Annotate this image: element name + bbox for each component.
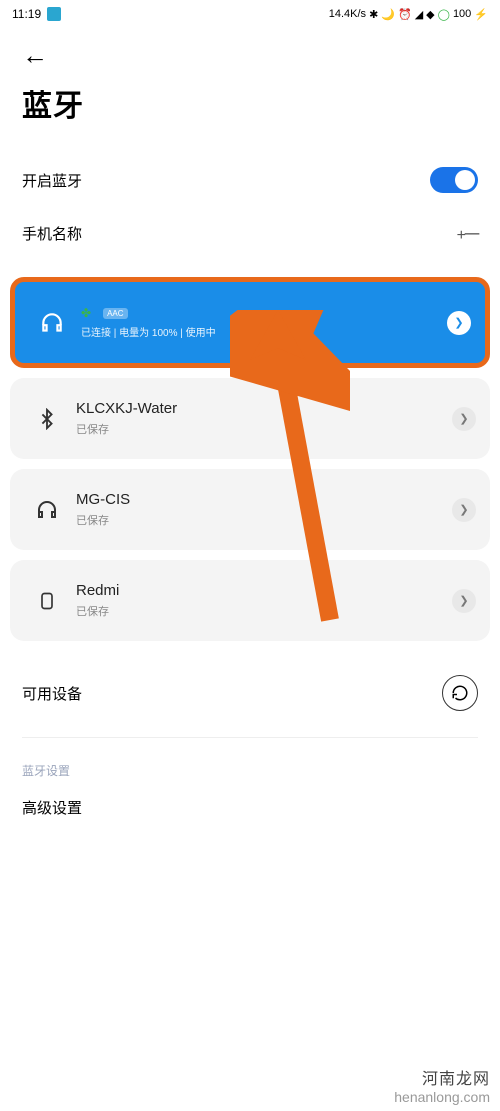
watermark: 河南龙网 henanlong.com xyxy=(394,1065,490,1105)
device-name: MG-CIS xyxy=(76,491,446,508)
device-status: 已连接 | 电量为 100% | 使用中 xyxy=(81,324,441,339)
codec-badge: AAC xyxy=(103,308,127,319)
alarm-icon: ⏰ xyxy=(398,8,412,21)
charging-icon: ⚡ xyxy=(474,8,488,21)
chevron-right-icon[interactable]: ❯ xyxy=(452,589,476,613)
device-name: KLCXKJ-Water xyxy=(76,400,446,417)
dnd-icon: 🌙 xyxy=(381,8,395,21)
page-title: 蓝牙 xyxy=(22,81,478,125)
wifi-icon: ◆ xyxy=(426,8,434,21)
refresh-icon[interactable] xyxy=(442,675,478,711)
device-status: 已保存 xyxy=(76,512,446,528)
status-time: 11:19 xyxy=(12,7,41,21)
back-icon[interactable]: ← xyxy=(22,40,48,70)
headphones-icon xyxy=(24,498,70,522)
status-app-icon xyxy=(47,7,61,21)
watermark-url: henanlong.com xyxy=(394,1089,490,1105)
status-bar: 11:19 14.4K/s ✱ 🌙 ⏰ ◢ ◆ ◯ 100 ⚡ xyxy=(0,0,500,28)
enable-bluetooth-label: 开启蓝牙 xyxy=(22,170,82,191)
signal-icon: ◢ xyxy=(415,8,423,21)
clover-icon: ✤ xyxy=(81,306,91,320)
status-right: 14.4K/s ✱ 🌙 ⏰ ◢ ◆ ◯ 100 ⚡ xyxy=(329,8,488,21)
device-status: 已保存 xyxy=(76,603,446,619)
phone-icon xyxy=(24,589,70,613)
phone-name-row[interactable]: 手机名称 +一 xyxy=(0,207,500,263)
device-saved[interactable]: MG-CIS 已保存 ❯ xyxy=(10,469,490,550)
bluetooth-settings-header: 蓝牙设置 xyxy=(0,744,500,785)
circle-icon: ◯ xyxy=(438,8,450,21)
advanced-settings-label: 高级设置 xyxy=(22,797,82,818)
enable-bluetooth-row[interactable]: 开启蓝牙 xyxy=(0,153,500,207)
bluetooth-status-icon: ✱ xyxy=(369,8,378,21)
net-speed: 14.4K/s xyxy=(329,8,366,20)
headphones-icon xyxy=(29,310,75,336)
title-row: 蓝牙 xyxy=(0,73,500,153)
device-saved[interactable]: Redmi 已保存 ❯ xyxy=(10,560,490,641)
chevron-right-icon[interactable]: ❯ xyxy=(452,498,476,522)
bluetooth-toggle[interactable] xyxy=(430,167,478,193)
chevron-right-icon[interactable]: ❯ xyxy=(447,311,471,335)
chevron-right-icon[interactable]: ❯ xyxy=(452,407,476,431)
bluetooth-icon xyxy=(24,408,70,430)
device-connected[interactable]: ✤ AAC 已连接 | 电量为 100% | 使用中 ❯ xyxy=(10,277,490,368)
battery-text: 100 xyxy=(453,8,471,20)
device-name: Redmi xyxy=(76,582,446,599)
phone-name-label: 手机名称 xyxy=(22,223,82,244)
available-devices-row: 可用设备 xyxy=(0,655,500,731)
device-list: ✤ AAC 已连接 | 电量为 100% | 使用中 ❯ KLCXKJ-Wate… xyxy=(0,263,500,655)
status-left: 11:19 xyxy=(12,7,61,21)
device-saved[interactable]: KLCXKJ-Water 已保存 ❯ xyxy=(10,378,490,459)
available-devices-label: 可用设备 xyxy=(22,683,82,704)
phone-name-value: +一 xyxy=(457,221,478,245)
divider xyxy=(22,737,478,738)
watermark-text: 河南龙网 xyxy=(394,1065,490,1089)
advanced-settings-row[interactable]: 高级设置 xyxy=(0,785,500,838)
device-status: 已保存 xyxy=(76,421,446,437)
back-row: ← xyxy=(0,28,500,73)
